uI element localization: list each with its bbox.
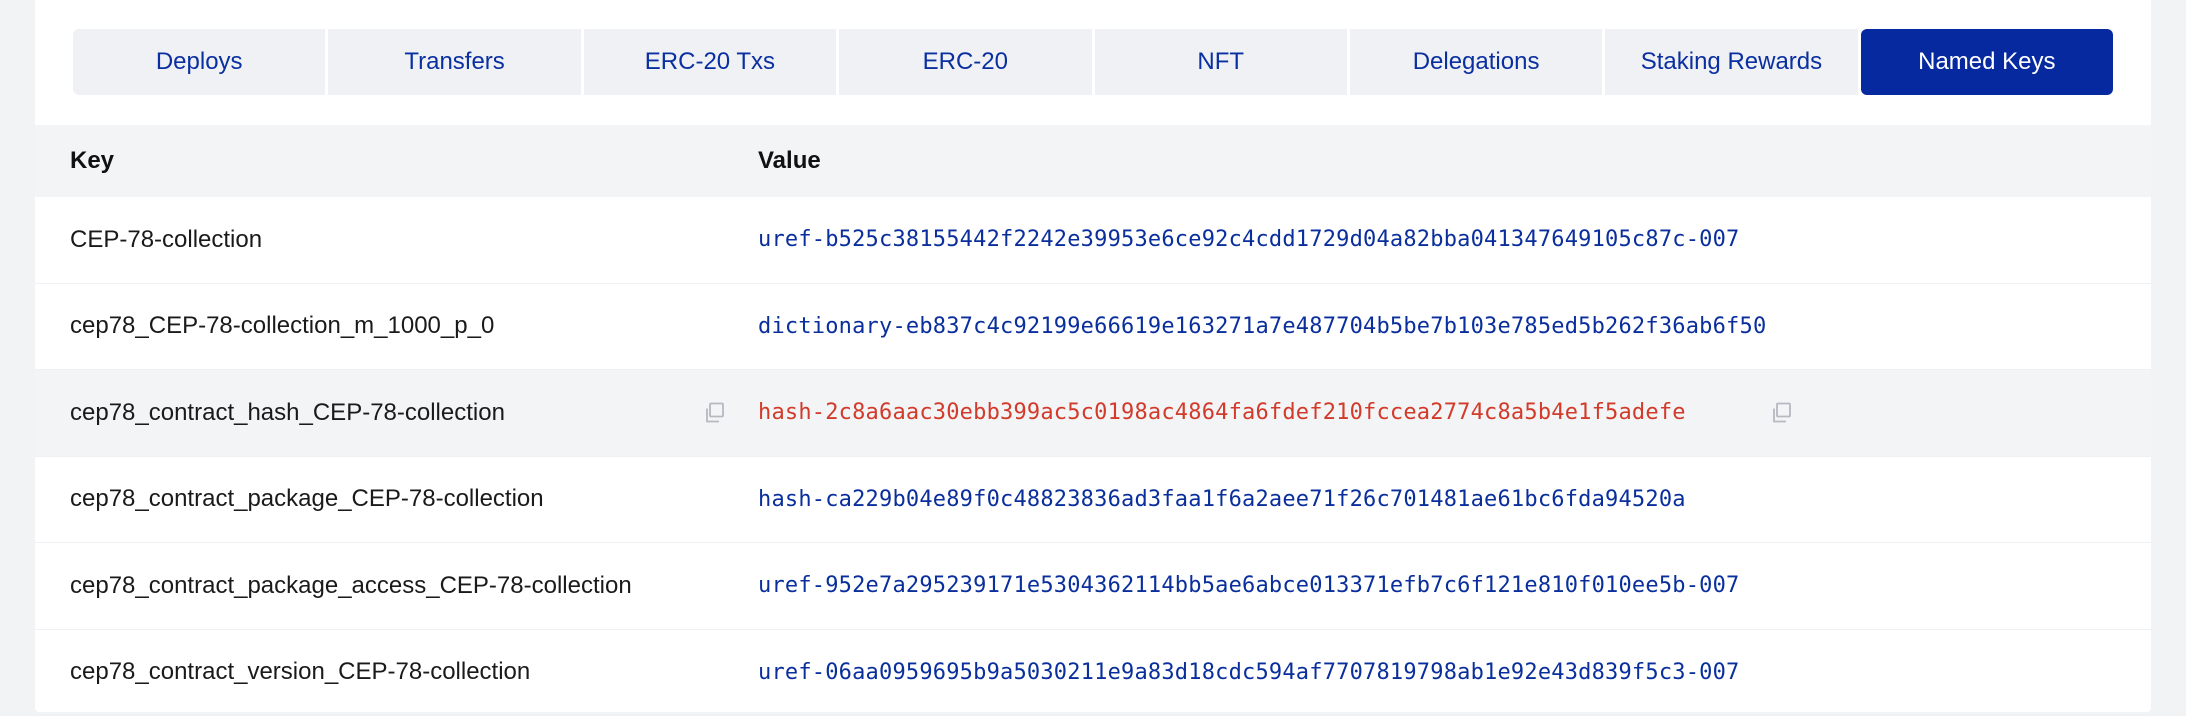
tab-erc20[interactable]: ERC-20: [839, 29, 1091, 95]
key-cell: CEP-78-collection: [70, 226, 262, 254]
table-row: cep78_contract_package_CEP-78-collection…: [35, 457, 2151, 544]
tab-nft[interactable]: NFT: [1095, 29, 1347, 95]
key-cell: cep78_CEP-78-collection_m_1000_p_0: [70, 312, 494, 340]
copy-icon[interactable]: [1770, 401, 1794, 425]
table-row: cep78_contract_version_CEP-78-collection…: [35, 630, 2151, 716]
key-cell: cep78_contract_hash_CEP-78-collection: [70, 399, 505, 427]
key-cell: cep78_contract_package_CEP-78-collection: [70, 485, 544, 513]
tab-delegations[interactable]: Delegations: [1350, 29, 1602, 95]
named-keys-table: CEP-78-collection uref-b525c38155442f224…: [35, 197, 2151, 716]
value-link[interactable]: dictionary-eb837c4c92199e66619e163271a7e…: [758, 314, 1766, 339]
tab-staking-rewards[interactable]: Staking Rewards: [1605, 29, 1857, 95]
column-header-value: Value: [758, 147, 821, 175]
table-row: cep78_contract_package_access_CEP-78-col…: [35, 543, 2151, 630]
tab-transfers[interactable]: Transfers: [328, 29, 580, 95]
key-cell: cep78_contract_package_access_CEP-78-col…: [70, 572, 632, 600]
value-link[interactable]: uref-06aa0959695b9a5030211e9a83d18cdc594…: [758, 660, 1740, 685]
table-row-hovered: cep78_contract_hash_CEP-78-collection ha…: [35, 370, 2151, 457]
tab-bar: Deploys Transfers ERC-20 Txs ERC-20 NFT …: [73, 29, 2113, 95]
tab-erc20-txs[interactable]: ERC-20 Txs: [584, 29, 836, 95]
table-row: CEP-78-collection uref-b525c38155442f224…: [35, 197, 2151, 284]
table-header: Key Value: [35, 125, 2151, 197]
tab-named-keys[interactable]: Named Keys: [1861, 29, 2113, 95]
named-keys-card: Deploys Transfers ERC-20 Txs ERC-20 NFT …: [35, 0, 2151, 712]
column-header-key: Key: [70, 147, 114, 175]
value-link[interactable]: uref-b525c38155442f2242e39953e6ce92c4cdd…: [758, 227, 1740, 252]
value-link[interactable]: hash-ca229b04e89f0c48823836ad3faa1f6a2ae…: [758, 487, 1686, 512]
value-link[interactable]: hash-2c8a6aac30ebb399ac5c0198ac4864fa6fd…: [758, 400, 1686, 425]
tab-deploys[interactable]: Deploys: [73, 29, 325, 95]
key-cell: cep78_contract_version_CEP-78-collection: [70, 658, 530, 686]
value-link[interactable]: uref-952e7a295239171e5304362114bb5ae6abc…: [758, 573, 1740, 598]
table-row: cep78_CEP-78-collection_m_1000_p_0 dicti…: [35, 284, 2151, 371]
copy-icon[interactable]: [703, 401, 727, 425]
